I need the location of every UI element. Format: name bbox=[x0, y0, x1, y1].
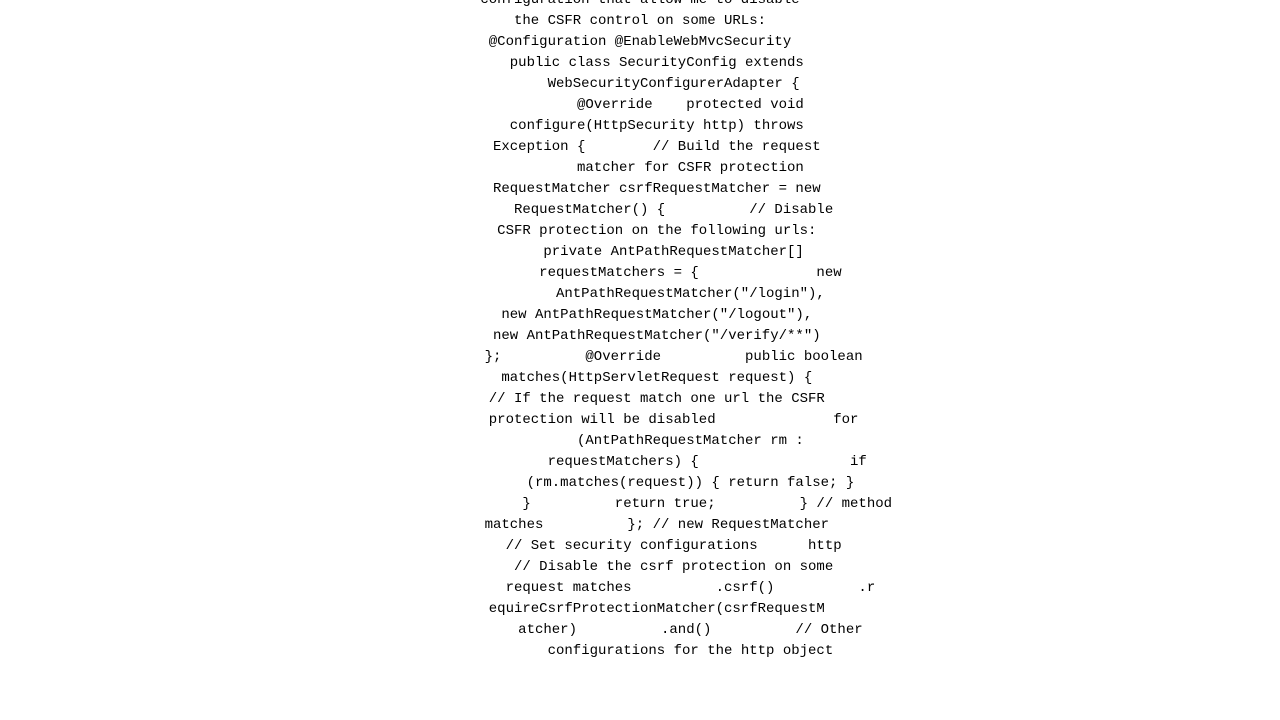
code-line-11: CSFR protection on the following urls: bbox=[20, 221, 1260, 242]
code-line-28: request matches .csrf() .r bbox=[20, 578, 1260, 599]
code-line-4: WebSecurityConfigurerAdapter { bbox=[20, 74, 1260, 95]
code-line-24: } return true; } // method bbox=[20, 494, 1260, 515]
code-line-1: the CSFR control on some URLs: bbox=[20, 11, 1260, 32]
code-line-15: new AntPathRequestMatcher("/logout"), bbox=[20, 305, 1260, 326]
code-line-3: public class SecurityConfig extends bbox=[20, 53, 1260, 74]
code-line-31: configurations for the http object bbox=[20, 641, 1260, 662]
code-line-10: RequestMatcher() { // Disable bbox=[20, 200, 1260, 221]
code-line-18: matches(HttpServletRequest request) { bbox=[20, 368, 1260, 389]
code-line-0: configuration that allow me to disable bbox=[20, 0, 1260, 11]
code-line-30: atcher) .and() // Other bbox=[20, 620, 1260, 641]
code-line-9: RequestMatcher csrfRequestMatcher = new bbox=[20, 179, 1260, 200]
code-line-23: (rm.matches(request)) { return false; } bbox=[20, 473, 1260, 494]
code-line-6: configure(HttpSecurity http) throws bbox=[20, 116, 1260, 137]
code-line-5: @Override protected void bbox=[20, 95, 1260, 116]
code-line-17: }; @Override public boolean bbox=[20, 347, 1260, 368]
code-line-8: matcher for CSFR protection bbox=[20, 158, 1260, 179]
code-line-25: matches }; // new RequestMatcher bbox=[20, 515, 1260, 536]
code-line-27: // Disable the csrf protection on some bbox=[20, 557, 1260, 578]
code-block: configuration that allow me to disableth… bbox=[0, 0, 1280, 662]
code-line-29: equireCsrfProtectionMatcher(csrfRequestM bbox=[20, 599, 1260, 620]
code-line-26: // Set security configurations http bbox=[20, 536, 1260, 557]
code-line-7: Exception { // Build the request bbox=[20, 137, 1260, 158]
code-line-16: new AntPathRequestMatcher("/verify/**") bbox=[20, 326, 1260, 347]
code-line-21: (AntPathRequestMatcher rm : bbox=[20, 431, 1260, 452]
code-line-14: AntPathRequestMatcher("/login"), bbox=[20, 284, 1260, 305]
code-line-19: // If the request match one url the CSFR bbox=[20, 389, 1260, 410]
code-line-22: requestMatchers) { if bbox=[20, 452, 1260, 473]
code-line-2: @Configuration @EnableWebMvcSecurity bbox=[20, 32, 1260, 53]
code-line-20: protection will be disabled for bbox=[20, 410, 1260, 431]
code-line-12: private AntPathRequestMatcher[] bbox=[20, 242, 1260, 263]
code-line-13: requestMatchers = { new bbox=[20, 263, 1260, 284]
